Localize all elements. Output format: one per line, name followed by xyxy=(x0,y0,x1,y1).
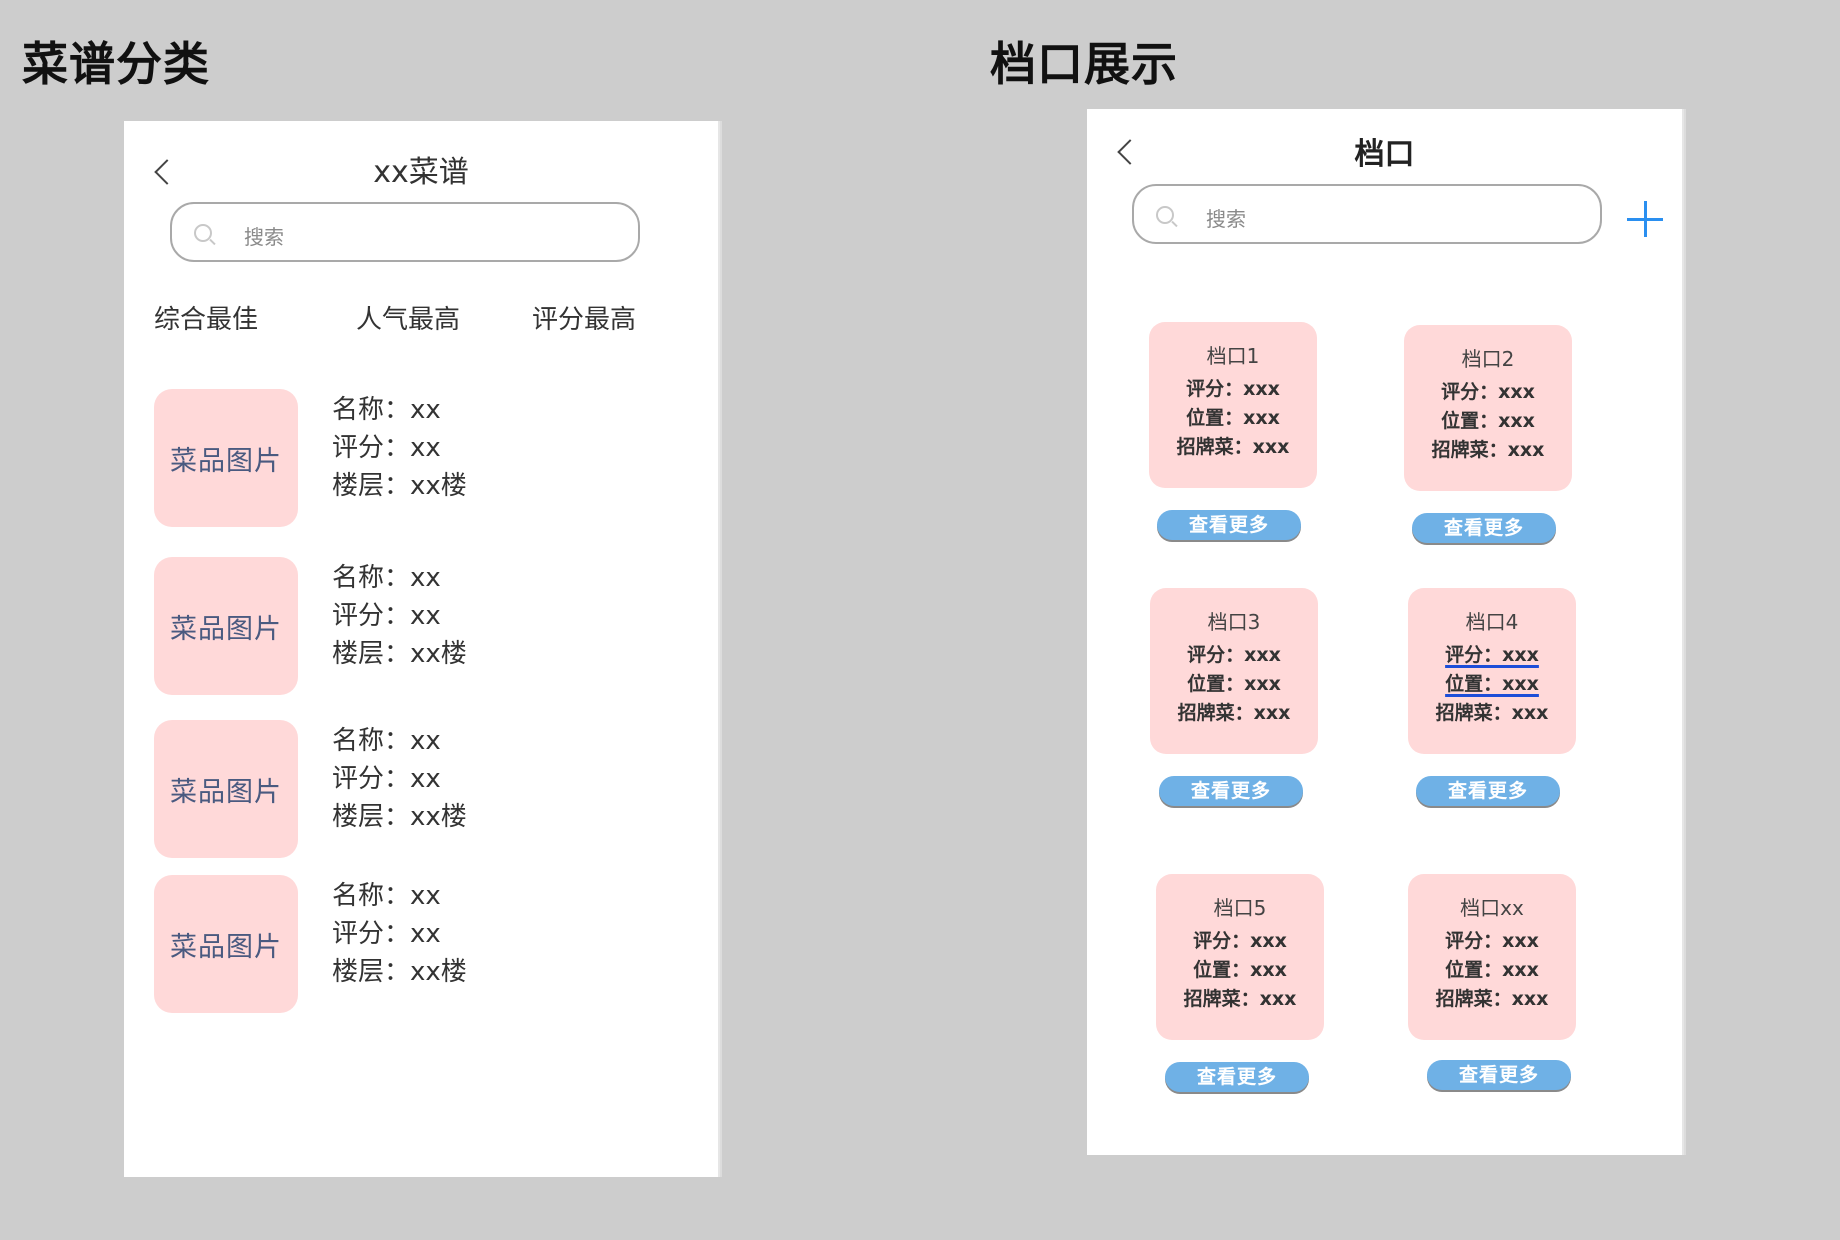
stall-rating: 评分：xxx xyxy=(1186,378,1280,400)
dish-rating: 评分：xx xyxy=(332,919,441,949)
dish-info[interactable]: 名称：xx 评分：xx 楼层：xx楼 xyxy=(332,559,467,673)
stall-name: 档口5 xyxy=(1213,896,1267,920)
stall-location: 位置：xxx xyxy=(1441,410,1535,432)
view-more-button[interactable]: 查看更多 xyxy=(1165,1062,1309,1092)
dish-rating: 评分：xx xyxy=(332,433,441,463)
stall-location: 位置：xxx xyxy=(1445,673,1539,695)
dish-name: 名称：xx xyxy=(332,726,441,756)
stall-location: 位置：xxx xyxy=(1186,407,1280,429)
search-input[interactable]: 搜索 xyxy=(170,202,640,262)
sort-tab-most-popular[interactable]: 人气最高 xyxy=(356,299,460,336)
stall-signature-dish: 招牌菜：xxx xyxy=(1176,436,1290,458)
stall-name: 档口1 xyxy=(1206,344,1260,368)
stall-signature-dish: 招牌菜：xxx xyxy=(1435,702,1549,724)
stall-signature-dish: 招牌菜：xxx xyxy=(1183,988,1297,1010)
stall-rating: 评分：xxx xyxy=(1187,644,1281,666)
stall-rating: 评分：xxx xyxy=(1445,930,1539,952)
stall-location: 位置：xxx xyxy=(1445,959,1539,981)
dish-floor: 楼层：xx楼 xyxy=(332,471,467,501)
dish-image[interactable]: 菜品图片 xyxy=(154,875,298,1013)
dish-rating: 评分：xx xyxy=(332,764,441,794)
stall-name: 档口xx xyxy=(1460,896,1524,920)
view-more-button[interactable]: 查看更多 xyxy=(1157,510,1301,540)
stall-card[interactable]: 档口3 评分：xxx 位置：xxx 招牌菜：xxx xyxy=(1150,588,1318,754)
stall-rating: 评分：xxx xyxy=(1193,930,1287,952)
search-icon xyxy=(194,224,212,242)
dish-info[interactable]: 名称：xx 评分：xx 楼层：xx楼 xyxy=(332,877,467,991)
menu-screen: xx菜谱 搜索 综合最佳 人气最高 评分最高 菜品图片 名称：xx 评分：xx … xyxy=(124,121,718,1177)
stall-name: 档口4 xyxy=(1465,610,1519,634)
search-input[interactable]: 搜索 xyxy=(1132,184,1602,244)
stall-screen: 档口 搜索 档口1 评分：xxx 位置：xxx 招牌菜：xxx 查看更多 档口2… xyxy=(1087,109,1682,1155)
dish-image[interactable]: 菜品图片 xyxy=(154,557,298,695)
stall-card[interactable]: 档口2 评分：xxx 位置：xxx 招牌菜：xxx xyxy=(1404,325,1572,491)
add-icon[interactable] xyxy=(1627,201,1663,237)
sort-tab-overall-best[interactable]: 综合最佳 xyxy=(154,299,258,336)
stall-location: 位置：xxx xyxy=(1193,959,1287,981)
view-more-button[interactable]: 查看更多 xyxy=(1427,1060,1571,1090)
search-placeholder: 搜索 xyxy=(244,225,284,249)
stall-signature-dish: 招牌菜：xxx xyxy=(1177,702,1291,724)
dish-info[interactable]: 名称：xx 评分：xx 楼层：xx楼 xyxy=(332,722,467,836)
search-placeholder: 搜索 xyxy=(1206,207,1246,231)
stall-signature-dish: 招牌菜：xxx xyxy=(1431,439,1545,461)
view-more-button[interactable]: 查看更多 xyxy=(1159,776,1303,806)
sort-tab-highest-rated[interactable]: 评分最高 xyxy=(532,299,636,336)
dish-info[interactable]: 名称：xx 评分：xx 楼层：xx楼 xyxy=(332,391,467,505)
dish-name: 名称：xx xyxy=(332,395,441,425)
page-title: 档口 xyxy=(1354,137,1415,172)
dish-name: 名称：xx xyxy=(332,881,441,911)
stall-name: 档口2 xyxy=(1461,347,1515,371)
stall-card[interactable]: 档口1 评分：xxx 位置：xxx 招牌菜：xxx xyxy=(1149,322,1317,488)
stall-rating: 评分：xxx xyxy=(1445,644,1539,666)
view-more-button[interactable]: 查看更多 xyxy=(1412,513,1556,543)
dish-name: 名称：xx xyxy=(332,563,441,593)
dish-image[interactable]: 菜品图片 xyxy=(154,720,298,858)
stall-location: 位置：xxx xyxy=(1187,673,1281,695)
dish-image[interactable]: 菜品图片 xyxy=(154,389,298,527)
section-title-stall-display: 档口展示 xyxy=(990,37,1178,91)
dish-floor: 楼层：xx楼 xyxy=(332,957,467,987)
search-icon xyxy=(1156,206,1174,224)
dish-rating: 评分：xx xyxy=(332,601,441,631)
stall-card[interactable]: 档口xx 评分：xxx 位置：xxx 招牌菜：xxx xyxy=(1408,874,1576,1040)
stall-card[interactable]: 档口4 评分：xxx 位置：xxx 招牌菜：xxx xyxy=(1408,588,1576,754)
stall-rating: 评分：xxx xyxy=(1441,381,1535,403)
dish-floor: 楼层：xx楼 xyxy=(332,639,467,669)
page-title: xx菜谱 xyxy=(373,155,469,190)
section-title-menu-category: 菜谱分类 xyxy=(22,37,210,91)
stall-card[interactable]: 档口5 评分：xxx 位置：xxx 招牌菜：xxx xyxy=(1156,874,1324,1040)
view-more-button[interactable]: 查看更多 xyxy=(1416,776,1560,806)
stall-name: 档口3 xyxy=(1207,610,1261,634)
dish-floor: 楼层：xx楼 xyxy=(332,802,467,832)
stall-signature-dish: 招牌菜：xxx xyxy=(1435,988,1549,1010)
